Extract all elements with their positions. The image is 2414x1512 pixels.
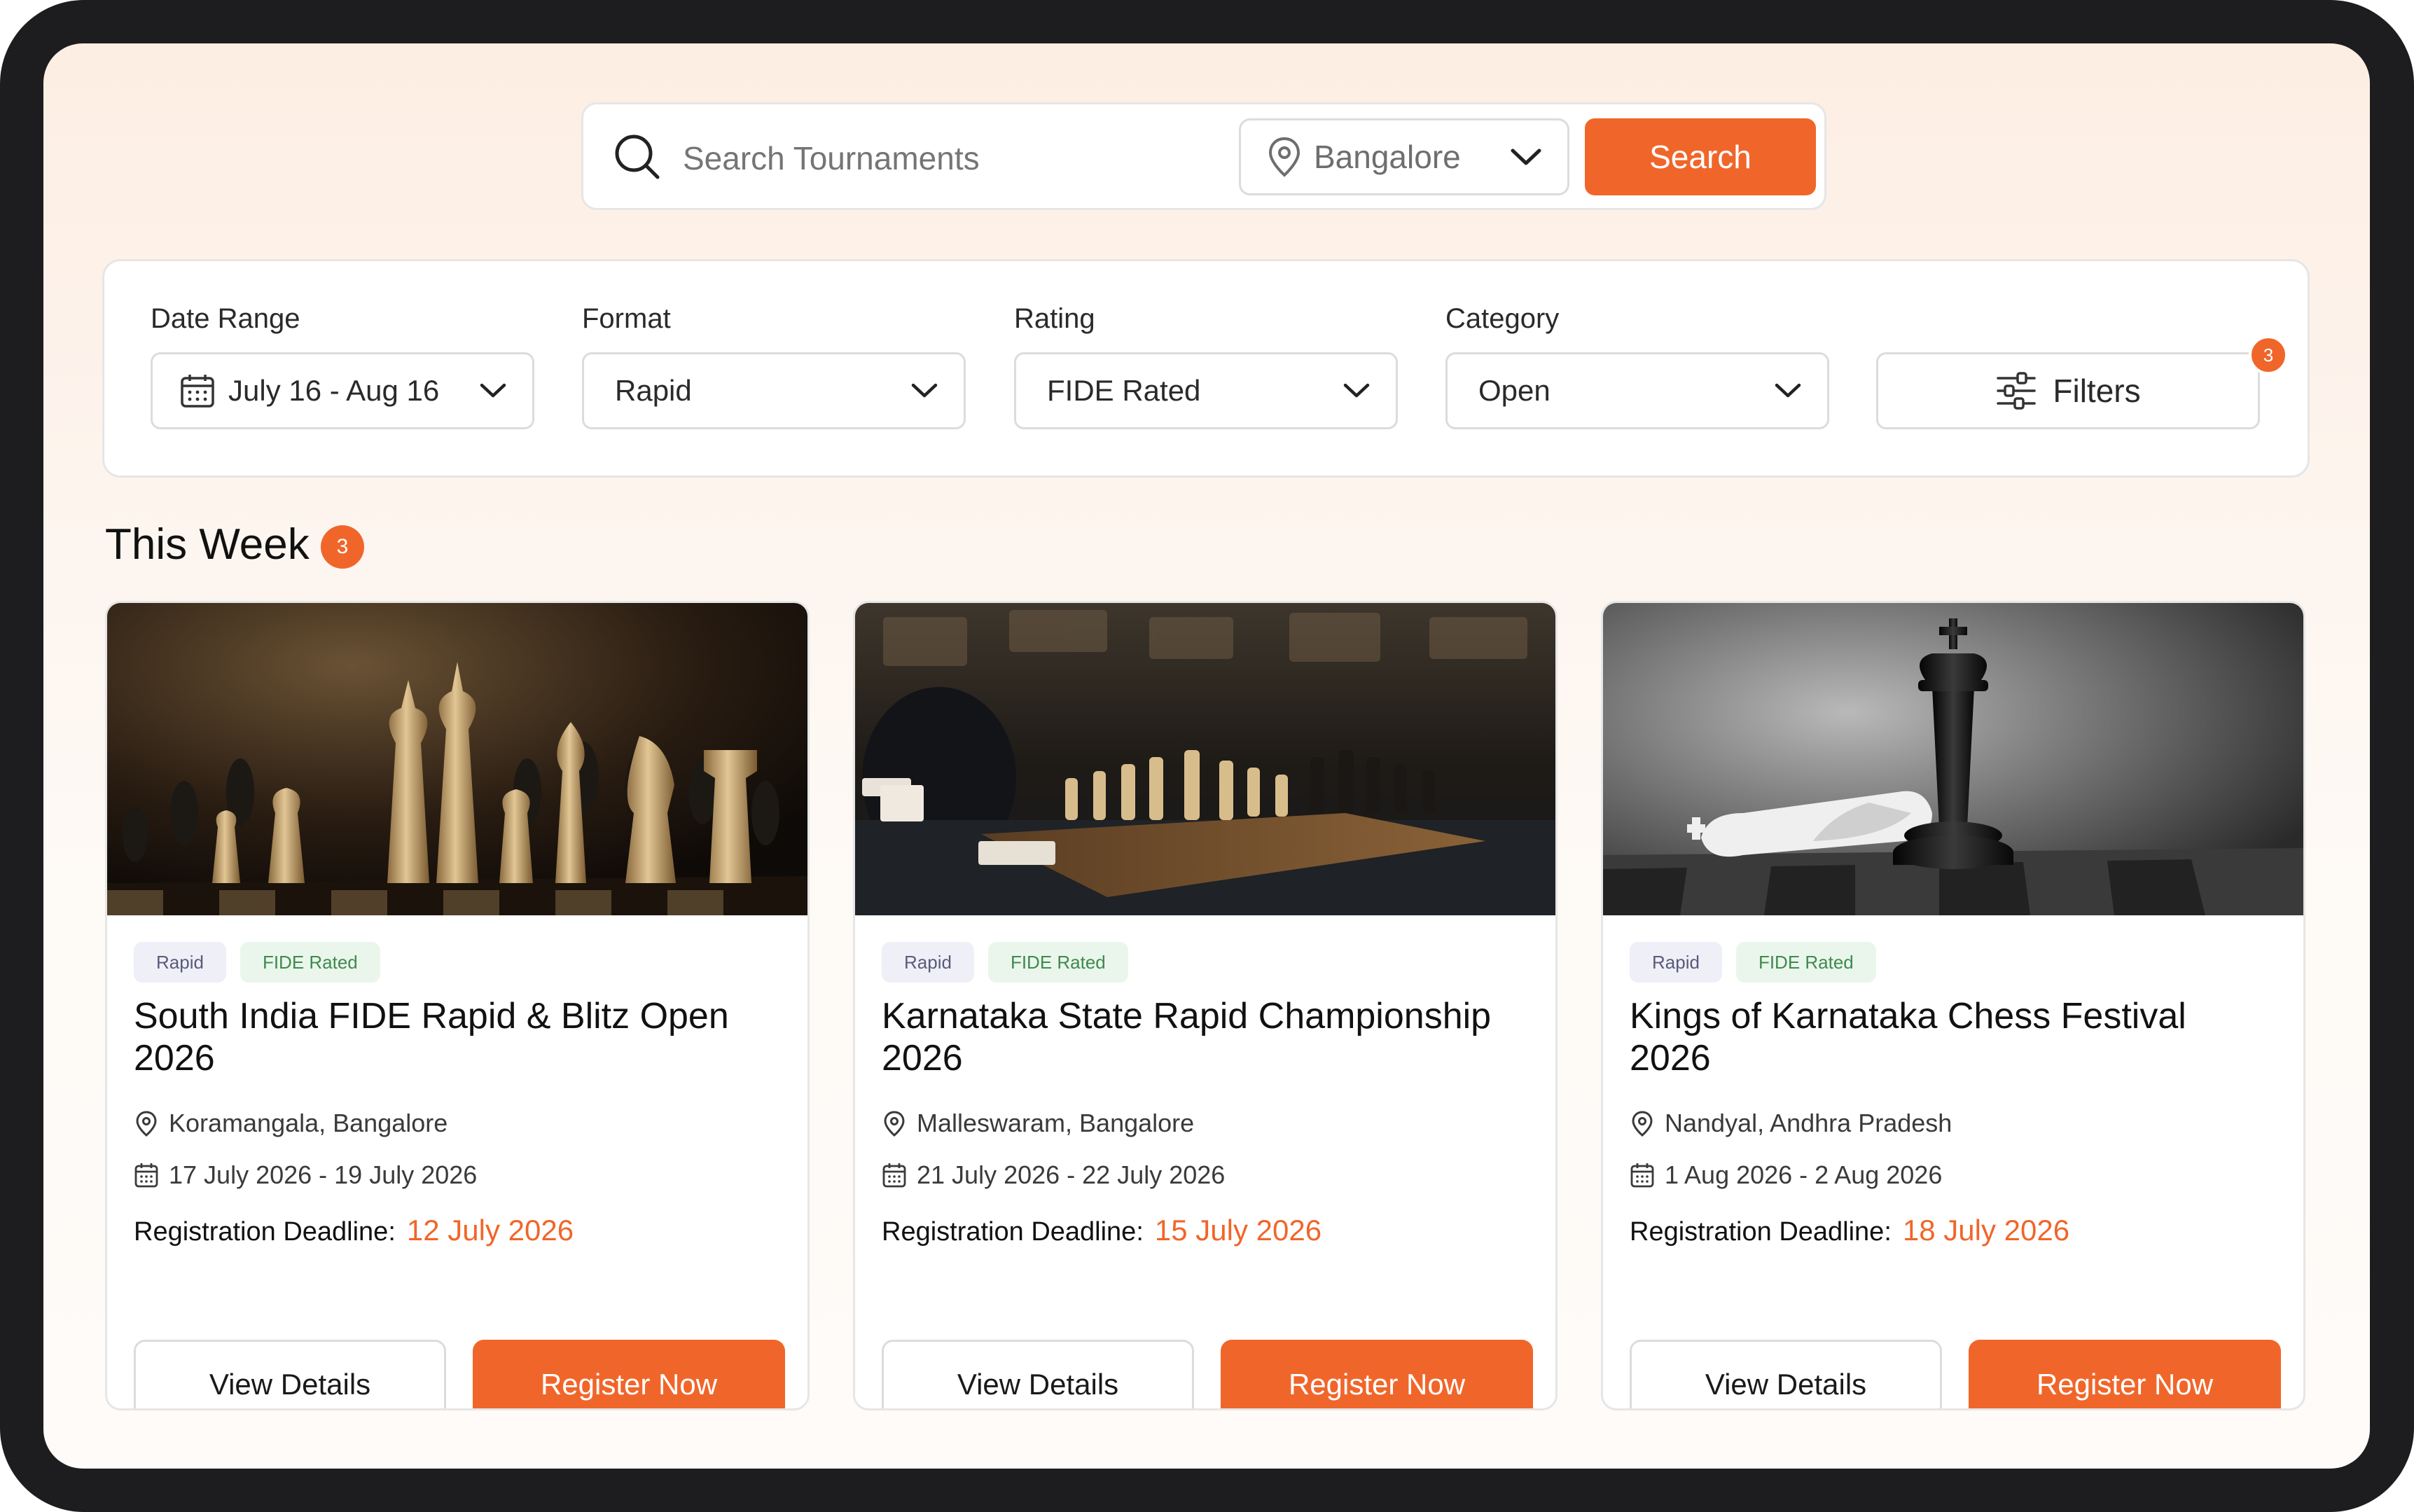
format-tag: Rapid bbox=[882, 942, 974, 983]
chevron-down-icon bbox=[1775, 383, 1801, 398]
search-input[interactable] bbox=[681, 130, 1230, 187]
location-pin-icon bbox=[1268, 137, 1300, 177]
tournament-image bbox=[855, 603, 1555, 915]
filters-count-badge: 3 bbox=[2249, 335, 2288, 375]
tournament-image bbox=[107, 603, 807, 915]
deadline-value: 12 July 2026 bbox=[406, 1214, 574, 1247]
tournament-title[interactable]: Karnataka State Rapid Championship 2026 bbox=[882, 995, 1512, 1079]
tournament-card[interactable]: Rapid FIDE Rated Karnataka State Rapid C… bbox=[853, 601, 1558, 1410]
tag-list: Rapid FIDE Rated bbox=[1630, 942, 1876, 983]
category-value: Open bbox=[1478, 374, 1551, 407]
register-now-button[interactable]: Register Now bbox=[1221, 1340, 1533, 1408]
location-value: Bangalore bbox=[1314, 139, 1461, 175]
search-bar: Bangalore Search bbox=[581, 102, 1826, 210]
deadline-label: Registration Deadline: bbox=[882, 1217, 1144, 1247]
tournament-dates: 21 July 2026 - 22 July 2026 bbox=[882, 1160, 1225, 1190]
view-details-button[interactable]: View Details bbox=[1630, 1340, 1942, 1408]
rating-label: Rating bbox=[1014, 303, 1095, 334]
location-pin-icon bbox=[884, 1111, 905, 1137]
more-filters-button[interactable]: Filters bbox=[1876, 352, 2260, 429]
sliders-icon bbox=[1997, 372, 2037, 410]
rating-tag: FIDE Rated bbox=[987, 942, 1128, 983]
date-range-filter: Date Range July 16 - Aug 16 bbox=[151, 303, 534, 429]
calendar-icon bbox=[134, 1163, 158, 1188]
date-range-select[interactable]: July 16 - Aug 16 bbox=[151, 352, 534, 429]
format-tag: Rapid bbox=[1630, 942, 1722, 983]
chevron-down-icon bbox=[1343, 383, 1370, 398]
format-filter: Format Rapid bbox=[582, 303, 966, 429]
chevron-down-icon bbox=[1511, 148, 1541, 165]
view-details-button[interactable]: View Details bbox=[882, 1340, 1194, 1408]
location-pin-icon bbox=[1632, 1111, 1653, 1137]
tournament-title[interactable]: South India FIDE Rapid & Blitz Open 2026 bbox=[134, 995, 764, 1079]
search-button[interactable]: Search bbox=[1585, 118, 1816, 195]
category-filter: Category Open bbox=[1445, 303, 1829, 429]
tournament-image bbox=[1603, 603, 2303, 915]
tournament-dates: 17 July 2026 - 19 July 2026 bbox=[134, 1160, 477, 1190]
rating-select[interactable]: FIDE Rated bbox=[1014, 352, 1398, 429]
deadline-value: 18 July 2026 bbox=[1902, 1214, 2070, 1247]
view-details-button[interactable]: View Details bbox=[134, 1340, 446, 1408]
deadline-value: 15 July 2026 bbox=[1154, 1214, 1322, 1247]
tablet-frame: Bangalore Search Date Range July 16 - Au… bbox=[0, 0, 2414, 1512]
chevron-down-icon bbox=[480, 383, 506, 398]
registration-deadline: Registration Deadline: 12 July 2026 bbox=[134, 1214, 574, 1247]
section-count-badge: 3 bbox=[321, 525, 364, 569]
date-range-value: July 16 - Aug 16 bbox=[228, 374, 440, 407]
deadline-label: Registration Deadline: bbox=[134, 1217, 396, 1247]
section-title: This Week bbox=[105, 520, 310, 569]
location-text: Koramangala, Bangalore bbox=[169, 1109, 448, 1137]
search-icon bbox=[615, 134, 660, 179]
dates-text: 21 July 2026 - 22 July 2026 bbox=[917, 1160, 1226, 1189]
tournament-card[interactable]: Rapid FIDE Rated Kings of Karnataka Ches… bbox=[1601, 601, 2305, 1410]
chevron-down-icon bbox=[911, 383, 938, 398]
date-range-label: Date Range bbox=[151, 303, 300, 334]
filter-panel: Date Range July 16 - Aug 16 Format Rapid… bbox=[102, 259, 2310, 478]
tournament-location: Koramangala, Bangalore bbox=[134, 1109, 448, 1138]
register-now-button[interactable]: Register Now bbox=[1969, 1340, 2281, 1408]
app-screen: Bangalore Search Date Range July 16 - Au… bbox=[43, 43, 2370, 1469]
dates-text: 17 July 2026 - 19 July 2026 bbox=[169, 1160, 478, 1189]
format-value: Rapid bbox=[615, 374, 692, 407]
calendar-icon bbox=[181, 375, 214, 408]
category-select[interactable]: Open bbox=[1445, 352, 1829, 429]
dates-text: 1 Aug 2026 - 2 Aug 2026 bbox=[1665, 1160, 1943, 1189]
format-select[interactable]: Rapid bbox=[582, 352, 966, 429]
format-label: Format bbox=[582, 303, 671, 334]
register-now-button[interactable]: Register Now bbox=[473, 1340, 785, 1408]
rating-value: FIDE Rated bbox=[1047, 374, 1201, 407]
deadline-label: Registration Deadline: bbox=[1630, 1217, 1892, 1247]
format-tag: Rapid bbox=[134, 942, 226, 983]
tournament-card[interactable]: Rapid FIDE Rated South India FIDE Rapid … bbox=[105, 601, 810, 1410]
location-text: Nandyal, Andhra Pradesh bbox=[1665, 1109, 1952, 1137]
rating-tag: FIDE Rated bbox=[240, 942, 380, 983]
tag-list: Rapid FIDE Rated bbox=[882, 942, 1128, 983]
location-text: Malleswaram, Bangalore bbox=[917, 1109, 1195, 1137]
tag-list: Rapid FIDE Rated bbox=[134, 942, 380, 983]
calendar-icon bbox=[882, 1163, 906, 1188]
tournament-dates: 1 Aug 2026 - 2 Aug 2026 bbox=[1630, 1160, 1942, 1190]
rating-filter: Rating FIDE Rated bbox=[1014, 303, 1398, 429]
registration-deadline: Registration Deadline: 15 July 2026 bbox=[882, 1214, 1322, 1247]
registration-deadline: Registration Deadline: 18 July 2026 bbox=[1630, 1214, 2069, 1247]
rating-tag: FIDE Rated bbox=[1735, 942, 1876, 983]
tournament-location: Malleswaram, Bangalore bbox=[882, 1109, 1194, 1138]
location-pin-icon bbox=[136, 1111, 157, 1137]
calendar-icon bbox=[1630, 1163, 1654, 1188]
location-select[interactable]: Bangalore bbox=[1239, 118, 1569, 195]
more-filters-label: Filters bbox=[2053, 373, 2141, 409]
category-label: Category bbox=[1445, 303, 1560, 334]
tournament-title[interactable]: Kings of Karnataka Chess Festival 2026 bbox=[1630, 995, 2260, 1079]
tournament-location: Nandyal, Andhra Pradesh bbox=[1630, 1109, 1952, 1138]
